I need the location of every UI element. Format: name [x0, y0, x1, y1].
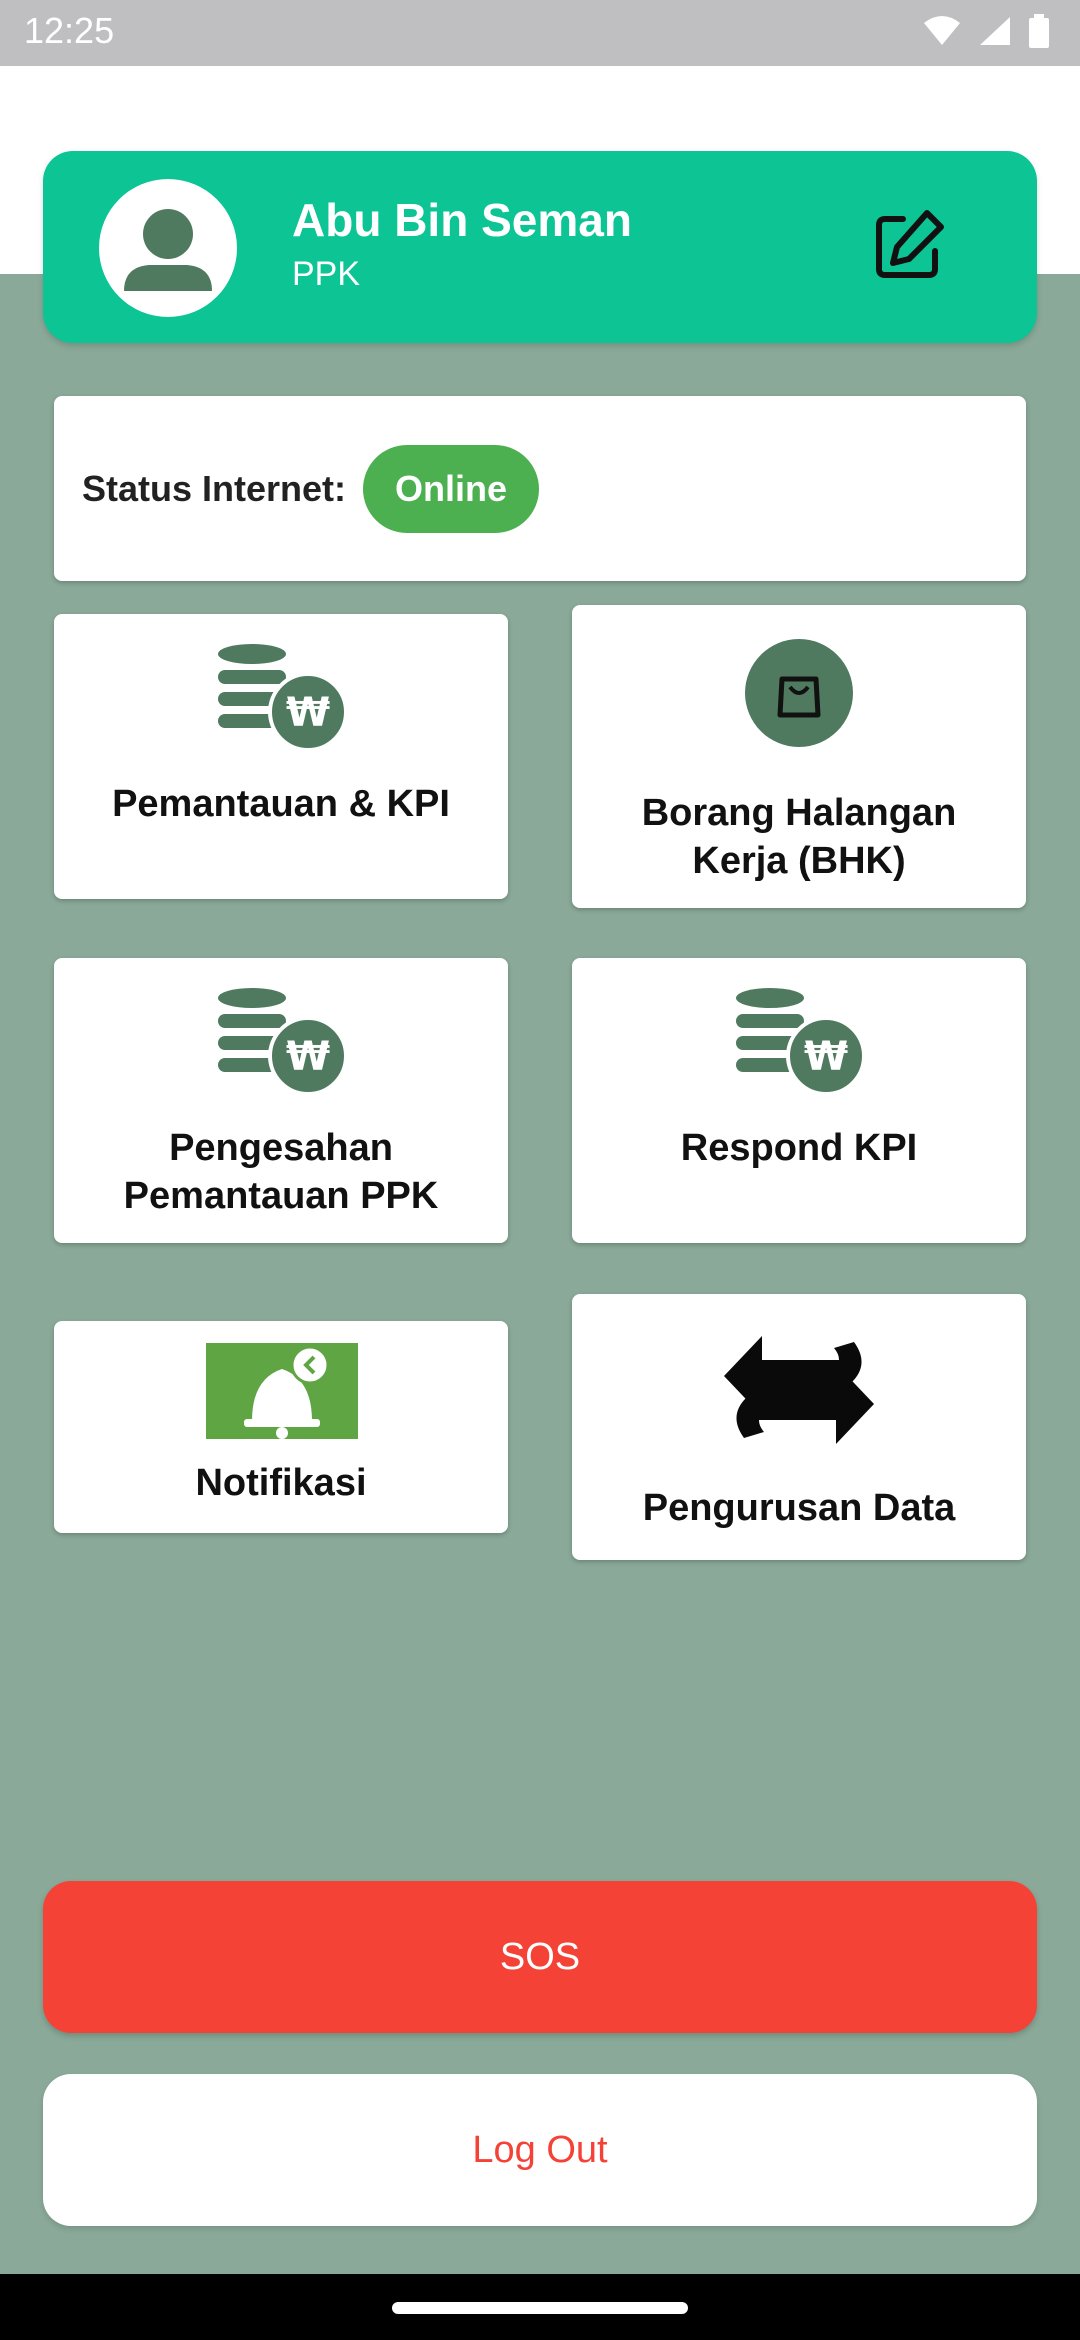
- svg-text:₩: ₩: [286, 690, 330, 736]
- coins-won-icon: ₩: [736, 988, 866, 1096]
- svg-text:₩: ₩: [286, 1034, 330, 1080]
- svg-text:₩: ₩: [804, 1034, 848, 1080]
- tile-label-pemantauan: Pemantauan & KPI: [112, 783, 450, 825]
- tile-label-pengesahan-2: Pemantauan PPK: [123, 1175, 439, 1217]
- internet-status-label: Status Internet:: [82, 468, 347, 509]
- tile-label-respond: Respond KPI: [680, 1127, 918, 1169]
- logout-button[interactable]: Log Out: [43, 2074, 1037, 2226]
- home-gesture-handle[interactable]: [392, 2302, 688, 2314]
- sos-button[interactable]: SOS: [43, 1881, 1037, 2033]
- tile-label-notifikasi: Notifikasi: [195, 1462, 367, 1504]
- battery-icon: [1029, 14, 1049, 48]
- tile-label-bhk-1: Borang Halangan: [641, 792, 957, 834]
- profile-role: PPK: [292, 255, 361, 293]
- shopping-bag-icon: [745, 639, 853, 747]
- tile-label-pengurusan: Pengurusan Data: [642, 1487, 956, 1529]
- profile-card: Abu Bin Seman PPK: [43, 151, 1037, 343]
- status-bar: 12:25: [0, 0, 1080, 66]
- coins-won-icon: ₩: [218, 988, 348, 1096]
- edit-icon: [876, 210, 944, 278]
- system-icons: [922, 14, 1050, 48]
- profile-name: Abu Bin Seman: [292, 194, 632, 246]
- user-avatar-icon: [99, 179, 237, 317]
- tile-pengesahan-pemantauan[interactable]: ₩ Pengesahan Pemantauan PPK: [54, 958, 508, 1243]
- tile-label-bhk-2: Kerja (BHK): [692, 840, 906, 882]
- tile-respond-kpi[interactable]: ₩ Respond KPI: [572, 958, 1026, 1243]
- tile-pengurusan-data[interactable]: Pengurusan Data: [572, 1294, 1026, 1560]
- edit-profile-button[interactable]: [869, 205, 949, 285]
- sync-arrows-icon: [724, 1336, 874, 1444]
- coins-won-icon: ₩: [218, 644, 348, 752]
- notification-bell-icon: [206, 1343, 358, 1439]
- tile-label-pengesahan-1: Pengesahan: [169, 1127, 393, 1169]
- wifi-icon: [924, 16, 960, 45]
- tile-pemantauan-kpi[interactable]: ₩ Pemantauan & KPI: [54, 614, 508, 899]
- status-time: 12:25: [24, 10, 115, 51]
- tile-borang-halangan-kerja[interactable]: Borang Halangan Kerja (BHK): [572, 605, 1026, 908]
- signal-icon: [980, 17, 1010, 45]
- online-status-badge: Online: [363, 445, 539, 533]
- navigation-bar: [0, 2274, 1080, 2340]
- internet-status-card: Status Internet: Online: [54, 396, 1026, 581]
- tile-notifikasi[interactable]: Notifikasi: [54, 1321, 508, 1533]
